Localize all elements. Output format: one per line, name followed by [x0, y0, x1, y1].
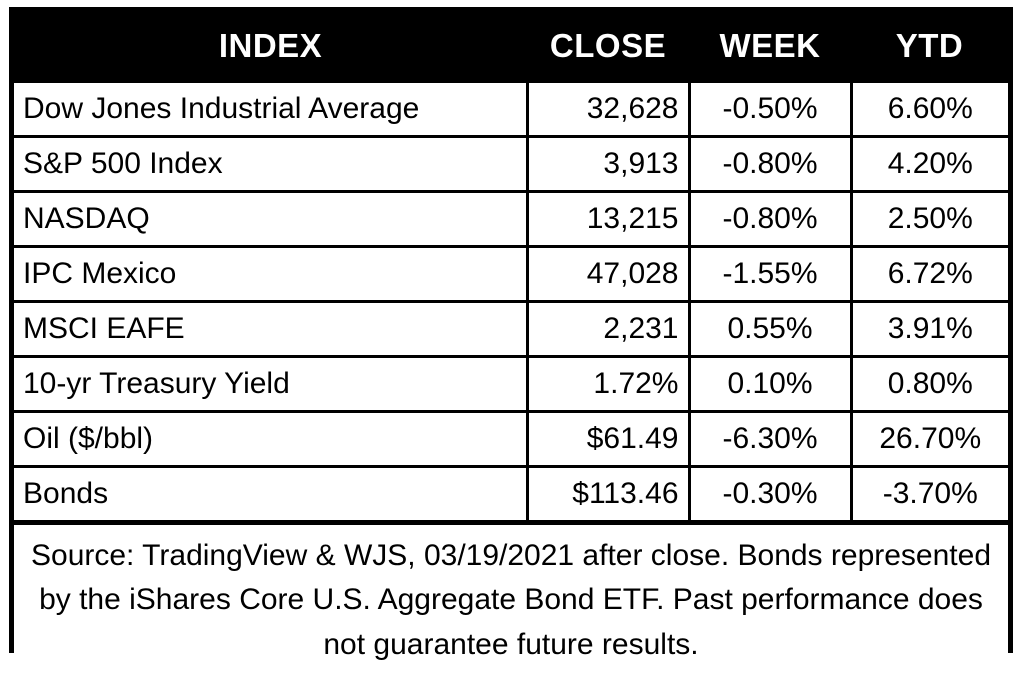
cell-ytd-value: -3.70%: [851, 467, 1008, 523]
footnote-text: Source: TradingView & WJS, 03/19/2021 af…: [14, 523, 1008, 673]
cell-close-value: 32,628: [527, 82, 689, 137]
column-header-ytd: YTD: [851, 12, 1008, 82]
cell-week-value: -1.55%: [689, 247, 851, 302]
table-row: 10-yr Treasury Yield 1.72% 0.10% 0.80%: [14, 357, 1008, 412]
cell-week-value: -0.80%: [689, 192, 851, 247]
cell-ytd-value: 26.70%: [851, 412, 1008, 467]
cell-week-value: 0.55%: [689, 302, 851, 357]
cell-close-value: $113.46: [527, 467, 689, 523]
cell-week-value: -0.80%: [689, 137, 851, 192]
cell-close-value: 47,028: [527, 247, 689, 302]
cell-index-name: IPC Mexico: [14, 247, 527, 302]
table-row: Bonds $113.46 -0.30% -3.70%: [14, 467, 1008, 523]
cell-ytd-value: 4.20%: [851, 137, 1008, 192]
cell-index-name: S&P 500 Index: [14, 137, 527, 192]
market-summary-table-container: INDEX CLOSE WEEK YTD Dow Jones Industria…: [9, 7, 1013, 653]
cell-close-value: 3,913: [527, 137, 689, 192]
cell-ytd-value: 6.72%: [851, 247, 1008, 302]
cell-close-value: 1.72%: [527, 357, 689, 412]
table-body: Dow Jones Industrial Average 32,628 -0.5…: [14, 82, 1008, 673]
table-row: S&P 500 Index 3,913 -0.80% 4.20%: [14, 137, 1008, 192]
cell-ytd-value: 0.80%: [851, 357, 1008, 412]
table-row: Oil ($/bbl) $61.49 -6.30% 26.70%: [14, 412, 1008, 467]
cell-index-name: 10-yr Treasury Yield: [14, 357, 527, 412]
table-header: INDEX CLOSE WEEK YTD: [14, 12, 1008, 82]
cell-ytd-value: 3.91%: [851, 302, 1008, 357]
cell-week-value: -6.30%: [689, 412, 851, 467]
cell-index-name: Oil ($/bbl): [14, 412, 527, 467]
table-row: MSCI EAFE 2,231 0.55% 3.91%: [14, 302, 1008, 357]
table-header-row: INDEX CLOSE WEEK YTD: [14, 12, 1008, 82]
table-footnote-row: Source: TradingView & WJS, 03/19/2021 af…: [14, 523, 1008, 673]
column-header-week: WEEK: [689, 12, 851, 82]
cell-ytd-value: 6.60%: [851, 82, 1008, 137]
cell-index-name: MSCI EAFE: [14, 302, 527, 357]
cell-index-name: NASDAQ: [14, 192, 527, 247]
column-header-close: CLOSE: [527, 12, 689, 82]
cell-week-value: -0.50%: [689, 82, 851, 137]
cell-index-name: Bonds: [14, 467, 527, 523]
cell-index-name: Dow Jones Industrial Average: [14, 82, 527, 137]
cell-ytd-value: 2.50%: [851, 192, 1008, 247]
cell-week-value: -0.30%: [689, 467, 851, 523]
cell-close-value: 2,231: [527, 302, 689, 357]
table-row: Dow Jones Industrial Average 32,628 -0.5…: [14, 82, 1008, 137]
table-row: IPC Mexico 47,028 -1.55% 6.72%: [14, 247, 1008, 302]
cell-close-value: 13,215: [527, 192, 689, 247]
table-row: NASDAQ 13,215 -0.80% 2.50%: [14, 192, 1008, 247]
cell-week-value: 0.10%: [689, 357, 851, 412]
cell-close-value: $61.49: [527, 412, 689, 467]
market-summary-table: INDEX CLOSE WEEK YTD Dow Jones Industria…: [14, 12, 1008, 673]
column-header-index: INDEX: [14, 12, 527, 82]
